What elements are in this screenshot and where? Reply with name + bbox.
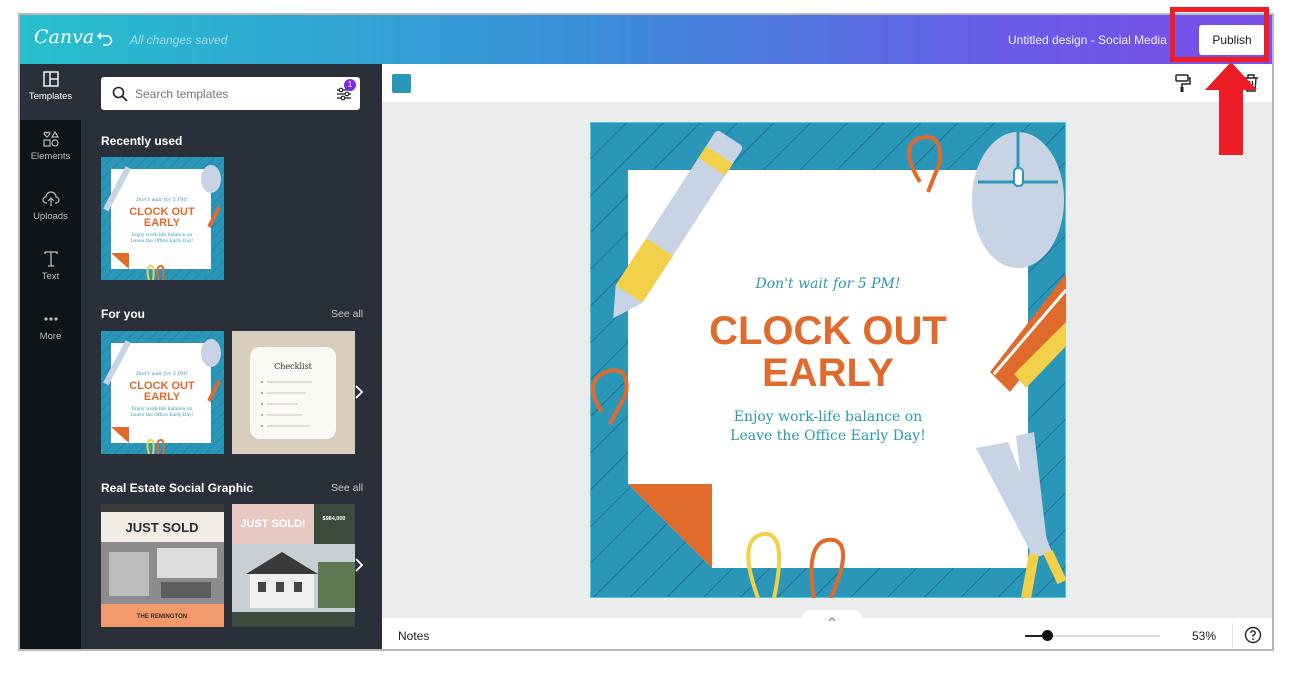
see-all-real-estate-link[interactable]: See all [331, 482, 363, 494]
chevron-up-icon [828, 617, 836, 622]
canva-logo[interactable]: Canva [34, 26, 94, 48]
templates-panel: 1 Recently used Don't wait for 5 PM! CLO… [81, 64, 382, 649]
elements-icon [42, 130, 59, 147]
thumb-sub-1: Enjoy work-life balance on [132, 232, 193, 238]
thumb-tagline: Don't wait for 5 PM! [135, 371, 188, 377]
zoom-slider-fill [1025, 635, 1042, 637]
design-headline-1[interactable]: CLOCK OUT [709, 309, 947, 353]
just-sold-2-title: JUST SOLD! [240, 518, 305, 530]
templates-icon [42, 71, 59, 87]
section-title-recent: Recently used [101, 134, 183, 148]
sidebar-item-more[interactable]: More [20, 304, 81, 360]
search-input[interactable] [135, 77, 325, 110]
thumb-tagline: Don't wait for 5 PM! [135, 197, 188, 203]
zoom-slider-knob[interactable] [1042, 630, 1053, 641]
highlight-arrow-icon [1205, 62, 1257, 155]
show-pages-handle[interactable] [802, 610, 862, 622]
sidebar-item-label: Text [41, 271, 60, 282]
template-thumb-clock-out-recent[interactable]: Don't wait for 5 PM! CLOCK OUT EARLY Enj… [101, 157, 224, 280]
top-bar: Canva All changes saved Untitled design … [20, 15, 1272, 64]
sidebar-item-label: Uploads [33, 211, 68, 222]
template-thumb-clock-out[interactable]: Don't wait for 5 PM! CLOCK OUT EARLY Enj… [101, 331, 224, 454]
thumb-sub-2: Leave the Office Early Day! [131, 412, 194, 418]
canva-window: Canva All changes saved Untitled design … [18, 13, 1274, 651]
sidebar-item-label: Elements [30, 151, 71, 162]
bottom-bar: Notes 53% [382, 610, 1272, 649]
just-sold-2-price: $984,000 [323, 516, 346, 522]
color-swatch-button[interactable] [392, 74, 411, 93]
sidebar-item-templates[interactable]: Templates [20, 64, 81, 120]
mouse-illustration [972, 132, 1064, 268]
paint-roller-icon[interactable] [1174, 73, 1192, 93]
thumb-title-2: EARLY [144, 217, 181, 229]
just-sold-footer: THE REMINGTON [137, 614, 187, 620]
template-thumb-just-sold[interactable]: JUST SOLD THE REMINGTON [101, 504, 224, 627]
sidebar-item-label: Templates [28, 91, 73, 102]
sidebar-item-uploads[interactable]: Uploads [20, 184, 81, 240]
undo-icon[interactable] [96, 29, 114, 47]
zoom-slider[interactable] [1025, 630, 1160, 641]
thumb-sub-1: Enjoy work-life balance on [132, 406, 193, 412]
section-title-for-you: For you [101, 307, 145, 321]
see-all-for-you-link[interactable]: See all [331, 308, 363, 320]
design-page[interactable]: Don't wait for 5 PM! CLOCK OUT EARLY Enj… [590, 122, 1066, 598]
search-icon [112, 86, 128, 102]
text-icon [43, 251, 58, 267]
chevron-right-icon[interactable] [352, 382, 366, 402]
template-thumb-just-sold-2[interactable]: JUST SOLD! $984,000 [232, 504, 355, 627]
editor-toolbar [382, 64, 1272, 102]
search-box: 1 [101, 77, 360, 110]
design-body-1[interactable]: Enjoy work-life balance on [734, 409, 922, 425]
design-body-2[interactable]: Leave the Office Early Day! [730, 428, 926, 444]
thumb-sub-2: Leave the Office Early Day! [131, 238, 194, 244]
help-icon[interactable] [1244, 626, 1262, 644]
sidebar-item-text[interactable]: Text [20, 244, 81, 300]
design-headline-2[interactable]: EARLY [762, 351, 894, 395]
just-sold-title: JUST SOLD [126, 520, 199, 535]
document-title[interactable]: Untitled design - Social Media [1008, 33, 1168, 47]
chevron-right-icon[interactable] [352, 555, 366, 575]
filter-count-badge: 1 [344, 79, 356, 91]
template-thumb-checklist[interactable]: Checklist [232, 331, 355, 454]
side-rail: Templates Elements Uploads Text More [20, 64, 81, 649]
publish-highlight-box [1170, 7, 1269, 62]
notes-button[interactable]: Notes [398, 629, 429, 643]
design-tagline[interactable]: Don't wait for 5 PM! [755, 276, 901, 292]
canvas-area: Don't wait for 5 PM! CLOCK OUT EARLY Enj… [382, 102, 1272, 618]
divider [1232, 623, 1233, 648]
checklist-title: Checklist [274, 362, 313, 371]
thumb-title-2: EARLY [144, 391, 181, 403]
sidebar-item-label: More [39, 331, 62, 342]
save-status: All changes saved [130, 33, 228, 47]
zoom-percentage[interactable]: 53% [1192, 629, 1216, 643]
upload-icon [41, 191, 60, 206]
section-title-real-estate: Real Estate Social Graphic [101, 481, 254, 495]
more-icon [43, 317, 58, 321]
sidebar-item-elements[interactable]: Elements [20, 124, 81, 180]
